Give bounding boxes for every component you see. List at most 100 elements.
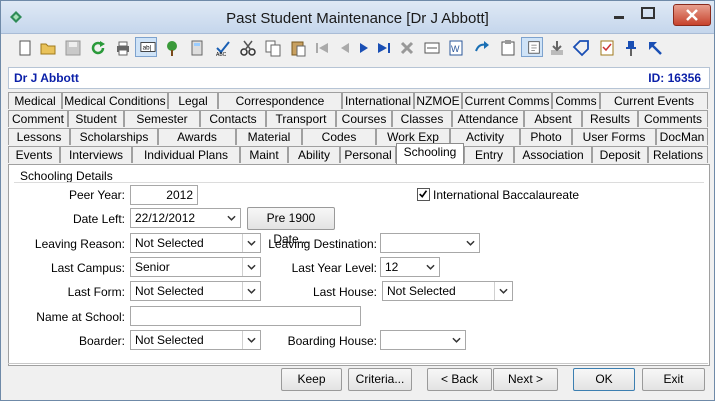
tab-courses[interactable]: Courses	[336, 110, 392, 127]
date-left-value: 22/12/2012	[135, 211, 196, 225]
tab-classes[interactable]: Classes	[392, 110, 452, 127]
last-form-label: Last Form:	[67, 285, 125, 299]
tab-awards[interactable]: Awards	[158, 128, 236, 145]
notepad-icon[interactable]	[521, 37, 543, 57]
tab-maint[interactable]: Maint	[240, 146, 288, 163]
tab-events[interactable]: Events	[8, 146, 60, 163]
tab-material[interactable]: Material	[236, 128, 302, 145]
last-year-level-select[interactable]: 12	[380, 257, 440, 277]
group-label: Schooling Details	[20, 169, 113, 183]
keep-button[interactable]: Keep	[281, 368, 342, 391]
tab-international[interactable]: International	[342, 92, 414, 109]
tab-attendance[interactable]: Attendance	[452, 110, 524, 127]
next-button[interactable]: Next >	[493, 368, 558, 391]
tab-scholarships[interactable]: Scholarships	[70, 128, 158, 145]
tab-deposit[interactable]: Deposit	[592, 146, 648, 163]
exit-button[interactable]: Exit	[642, 368, 705, 391]
last-campus-label: Last Campus:	[50, 261, 125, 275]
chevron-down-icon	[462, 234, 479, 252]
tab-correspondence[interactable]: Correspondence	[218, 92, 342, 109]
peer-year-input[interactable]: 2012	[130, 185, 198, 205]
tree-icon[interactable]	[161, 37, 183, 59]
calculator-icon[interactable]	[186, 37, 208, 59]
up-left-arrow-icon[interactable]	[644, 37, 666, 59]
cut-icon[interactable]	[237, 37, 259, 59]
forward-icon[interactable]	[471, 37, 493, 59]
checklist-icon[interactable]	[596, 37, 618, 59]
tab-contacts[interactable]: Contacts	[200, 110, 266, 127]
tab-student[interactable]: Student	[68, 110, 124, 127]
tab-codes[interactable]: Codes	[302, 128, 376, 145]
leaving-reason-select[interactable]: Not Selected	[130, 233, 261, 253]
svg-text:ABC: ABC	[216, 52, 227, 57]
last-house-label: Last House:	[312, 285, 377, 299]
window: Past Student Maintenance [Dr J Abbott] a…	[0, 0, 715, 401]
clipboard-icon[interactable]	[497, 37, 519, 59]
date-left-picker[interactable]: 22/12/2012	[130, 208, 241, 228]
copy-icon[interactable]	[262, 37, 284, 59]
tab-docman[interactable]: DocMan	[656, 128, 708, 145]
name-at-school-input[interactable]	[130, 306, 361, 326]
last-campus-select[interactable]: Senior	[130, 257, 261, 277]
tab-ability[interactable]: Ability	[288, 146, 340, 163]
tab-semester[interactable]: Semester	[124, 110, 200, 127]
tab-medical[interactable]: Medical	[8, 92, 62, 109]
tab-nzmoe[interactable]: NZMOE	[414, 92, 462, 109]
save-icon[interactable]	[62, 37, 84, 59]
tab-individual-plans[interactable]: Individual Plans	[132, 146, 240, 163]
spellcheck-icon[interactable]: ABC	[212, 37, 234, 59]
paste-icon[interactable]	[287, 37, 309, 59]
tab-comment[interactable]: Comment	[8, 110, 68, 127]
tab-relations[interactable]: Relations	[648, 146, 708, 163]
tab-row-4: Events Interviews Individual Plans Maint Abi…	[8, 143, 708, 164]
chevron-down-icon	[422, 258, 439, 276]
tab-photo[interactable]: Photo	[520, 128, 572, 145]
tab-entry[interactable]: Entry	[464, 146, 514, 163]
boarder-select[interactable]: Not Selected	[130, 330, 261, 350]
tab-comments[interactable]: Comments	[638, 110, 708, 127]
back-button[interactable]: < Back	[427, 368, 492, 391]
maximize-icon[interactable]	[637, 5, 659, 23]
card-icon[interactable]	[421, 37, 443, 59]
last-house-select[interactable]: Not Selected	[382, 281, 513, 301]
tab-results[interactable]: Results	[582, 110, 638, 127]
open-icon[interactable]	[37, 37, 59, 59]
tab-legal[interactable]: Legal	[168, 92, 218, 109]
close-icon	[686, 9, 698, 21]
new-icon[interactable]	[14, 37, 36, 59]
delete-icon[interactable]	[396, 37, 418, 59]
ok-button[interactable]: OK	[573, 368, 635, 391]
pin-icon[interactable]	[620, 37, 642, 59]
next-record-icon[interactable]	[353, 37, 375, 59]
tab-current-events[interactable]: Current Events	[600, 92, 708, 109]
tab-user-forms[interactable]: User Forms	[572, 128, 656, 145]
tab-absent[interactable]: Absent	[524, 110, 582, 127]
pre-1900-date-button[interactable]: Pre 1900 Date...	[247, 207, 335, 246]
download-icon[interactable]	[546, 37, 568, 59]
boarding-house-label: Boarding House:	[287, 334, 377, 348]
tab-current-comms[interactable]: Current Comms	[462, 92, 552, 109]
field-icon[interactable]: ab|	[135, 37, 157, 57]
tab-row-1: Medical Medical Conditions Legal Correspond…	[8, 92, 708, 110]
tab-medical-conditions[interactable]: Medical Conditions	[62, 92, 168, 109]
last-record-icon[interactable]	[373, 37, 395, 59]
tab-personal[interactable]: Personal	[340, 146, 396, 163]
word-icon[interactable]: W	[445, 37, 467, 59]
last-form-select[interactable]: Not Selected	[130, 281, 261, 301]
tab-lessons[interactable]: Lessons	[8, 128, 70, 145]
ib-checkbox[interactable]	[417, 188, 430, 201]
tab-comms[interactable]: Comms	[552, 92, 600, 109]
criteria-button[interactable]: Criteria...	[348, 368, 412, 391]
close-button[interactable]	[673, 4, 711, 26]
boarding-house-select[interactable]	[380, 330, 466, 350]
tag-icon[interactable]	[570, 37, 592, 59]
minimize-icon[interactable]	[608, 5, 630, 23]
refresh-icon[interactable]	[87, 37, 109, 59]
tab-association[interactable]: Association	[514, 146, 592, 163]
tab-interviews[interactable]: Interviews	[60, 146, 132, 163]
first-record-icon[interactable]	[311, 37, 333, 59]
leaving-destination-select[interactable]	[380, 233, 480, 253]
tab-schooling[interactable]: Schooling	[396, 143, 464, 164]
print-icon[interactable]	[112, 37, 134, 59]
tab-transport[interactable]: Transport	[266, 110, 336, 127]
